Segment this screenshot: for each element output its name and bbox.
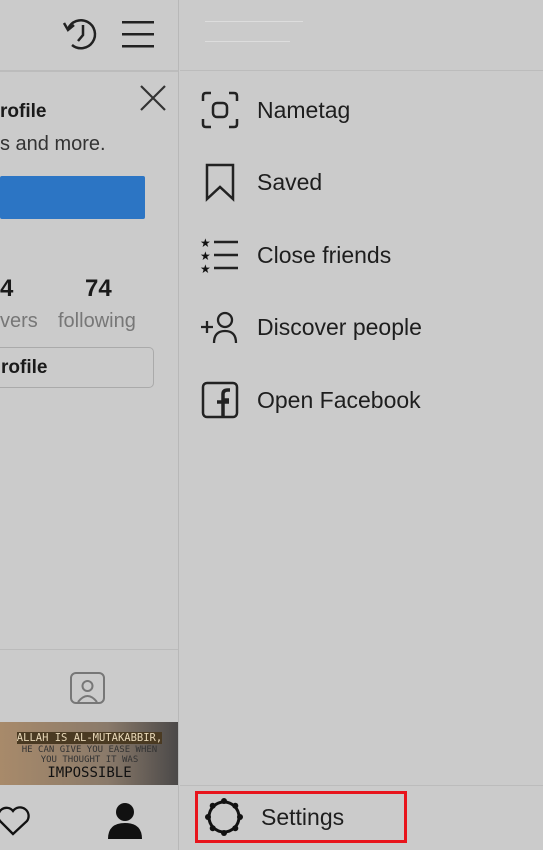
profile-icon[interactable] — [106, 801, 144, 839]
svg-text:★: ★ — [200, 249, 211, 263]
followers-count: 4 — [0, 275, 14, 302]
divider — [180, 70, 543, 71]
menu-item-open-facebook[interactable]: Open Facebook — [200, 375, 421, 425]
heart-icon[interactable] — [0, 805, 34, 837]
divider — [0, 649, 178, 650]
close-friends-icon: ★★★ — [200, 236, 238, 275]
menu-item-label: Discover people — [257, 313, 422, 340]
history-icon[interactable] — [62, 15, 100, 53]
menu-item-nametag[interactable]: Nametag — [200, 85, 350, 135]
post-text: HE CAN GIVE YOU EASE WHEN — [21, 745, 158, 755]
menu-item-discover-people[interactable]: Discover people — [200, 302, 422, 352]
facebook-icon — [201, 381, 239, 419]
menu-item-label: Open Facebook — [257, 386, 421, 413]
post-text: YOU THOUGHT IT WAS — [40, 755, 139, 765]
profile-header — [0, 0, 178, 72]
tagged-photos-icon[interactable] — [69, 668, 107, 706]
settings-label: Settings — [261, 803, 345, 830]
svg-text:★: ★ — [200, 262, 211, 275]
card-subtitle: s and more. — [0, 133, 106, 155]
nametag-icon — [201, 91, 239, 129]
menu-item-label: Nametag — [257, 96, 351, 123]
menu-item-saved[interactable]: Saved — [200, 157, 322, 207]
settings-button[interactable]: Settings — [195, 791, 407, 843]
svg-text:★: ★ — [200, 236, 211, 250]
edit-profile-button[interactable]: rofile — [0, 347, 154, 388]
close-icon[interactable] — [138, 83, 168, 113]
menu-item-close-friends[interactable]: ★ ★ ★ Close friends — [200, 230, 391, 280]
drawer-username — [205, 41, 290, 42]
profile-panel: rofile s and more. 4 vers 74 following r… — [0, 0, 179, 850]
add-person-icon — [201, 311, 238, 344]
following-count: 74 — [85, 275, 112, 302]
card-title: rofile — [0, 101, 47, 122]
settings-gear-icon — [205, 798, 243, 836]
following-label: following — [58, 310, 136, 332]
menu-item-label: Close friends — [257, 241, 392, 268]
menu-item-label: Saved — [257, 168, 323, 195]
followers-label: vers — [0, 310, 38, 332]
primary-button[interactable] — [0, 176, 145, 219]
post-text: IMPOSSIBLE — [47, 765, 132, 781]
post-text: ALLAH IS AL-MUTAKABBIR, — [16, 732, 163, 744]
divider — [180, 785, 543, 786]
drawer-username — [205, 21, 303, 22]
hamburger-menu-icon[interactable] — [122, 20, 156, 48]
bookmark-icon — [205, 163, 235, 202]
post-thumbnail[interactable]: ALLAH IS AL-MUTAKABBIR, HE CAN GIVE YOU … — [0, 722, 178, 785]
